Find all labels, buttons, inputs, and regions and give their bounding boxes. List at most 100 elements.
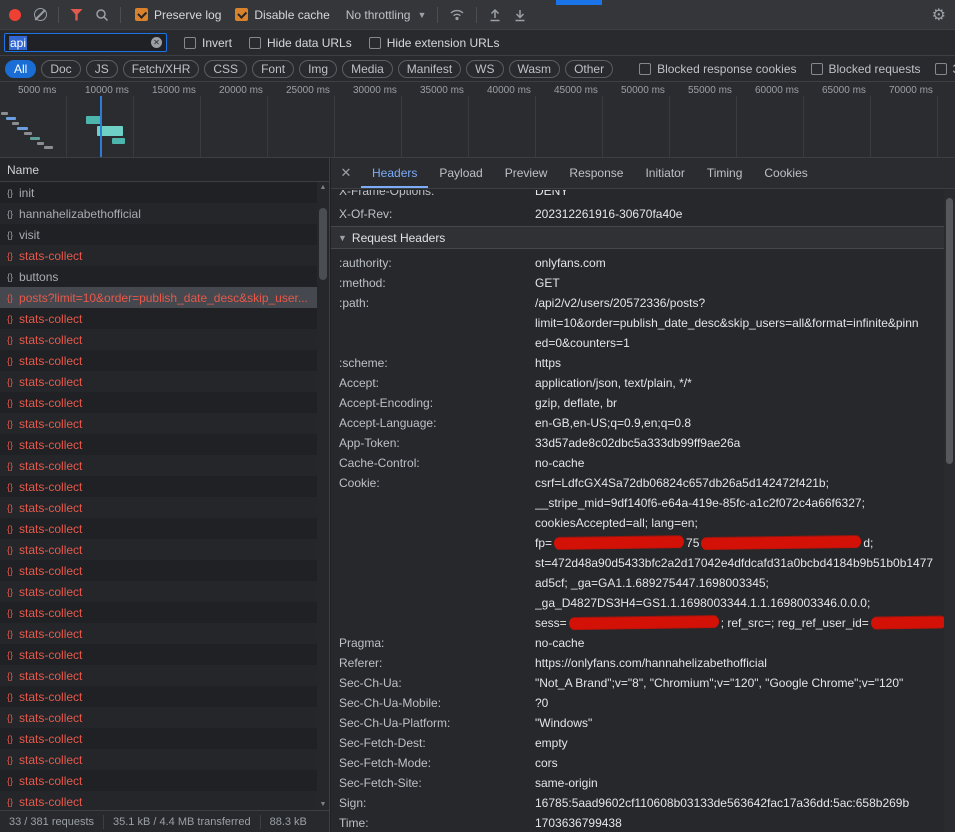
header-value-text: 1703636799438: [535, 816, 622, 830]
request-row[interactable]: {}stats-collect: [0, 455, 329, 476]
import-har-button[interactable]: [488, 8, 502, 22]
request-row[interactable]: {}stats-collect: [0, 623, 329, 644]
network-conditions-icon[interactable]: [449, 8, 465, 21]
tab-headers[interactable]: Headers: [361, 158, 428, 188]
overview-timeline[interactable]: 5000 ms10000 ms15000 ms20000 ms25000 ms3…: [0, 82, 955, 158]
request-row[interactable]: {}hannahelizabethofficial: [0, 203, 329, 224]
scrollbar-thumb[interactable]: [946, 198, 953, 464]
request-name: stats-collect: [19, 522, 96, 536]
request-row[interactable]: {}posts?limit=10&order=publish_date_desc…: [0, 287, 329, 308]
request-row[interactable]: {}stats-collect: [0, 686, 329, 707]
request-row[interactable]: {}stats-collect: [0, 539, 329, 560]
disable-cache-checkbox[interactable]: Disable cache: [235, 8, 329, 22]
request-row[interactable]: {}init: [0, 182, 329, 203]
script-icon: {}: [7, 377, 13, 387]
request-row[interactable]: {}stats-collect: [0, 644, 329, 665]
request-list-scrollbar[interactable]: ▲ ▼: [317, 182, 329, 810]
request-row[interactable]: {}stats-collect: [0, 581, 329, 602]
scrollbar-thumb[interactable]: [319, 208, 327, 280]
request-name: stats-collect: [19, 480, 96, 494]
script-icon: {}: [7, 251, 13, 261]
request-row[interactable]: {}stats-collect: [0, 770, 329, 791]
request-row[interactable]: {}stats-collect: [0, 308, 329, 329]
request-row[interactable]: {}stats-collect: [0, 791, 329, 810]
type-filter-ws[interactable]: WS: [466, 60, 503, 78]
script-icon: {}: [7, 230, 13, 240]
request-headers-section[interactable]: ▼ Request Headers: [331, 226, 955, 249]
checkbox-hide-extension-urls[interactable]: Hide extension URLs: [369, 36, 500, 50]
type-filter-fetch-xhr[interactable]: Fetch/XHR: [123, 60, 200, 78]
request-row[interactable]: {}stats-collect: [0, 350, 329, 371]
close-details-button[interactable]: ✕: [331, 158, 361, 188]
script-icon: {}: [7, 398, 13, 408]
type-filter-font[interactable]: Font: [252, 60, 294, 78]
tab-response[interactable]: Response: [558, 158, 634, 188]
checkbox-invert-box[interactable]: [184, 37, 196, 49]
request-row[interactable]: {}stats-collect: [0, 413, 329, 434]
request-row[interactable]: {}stats-collect: [0, 602, 329, 623]
checkbox-blocked-response-cookies-box[interactable]: [639, 63, 651, 75]
checkbox-blocked-requests[interactable]: Blocked requests: [811, 62, 921, 76]
type-filter-img[interactable]: Img: [299, 60, 337, 78]
throttling-dropdown[interactable]: No throttling ▼: [346, 8, 427, 22]
scroll-down-icon[interactable]: ▼: [317, 801, 329, 808]
script-icon: {}: [7, 503, 13, 513]
tab-cookies[interactable]: Cookies: [753, 158, 818, 188]
request-row[interactable]: {}visit: [0, 224, 329, 245]
details-tabs-list: HeadersPayloadPreviewResponseInitiatorTi…: [361, 158, 819, 188]
name-column-header[interactable]: Name: [0, 158, 329, 182]
export-har-button[interactable]: [513, 8, 527, 22]
request-row[interactable]: {}stats-collect: [0, 728, 329, 749]
type-filter-other[interactable]: Other: [565, 60, 613, 78]
type-filter-css[interactable]: CSS: [204, 60, 247, 78]
filter-input[interactable]: api ✕: [4, 33, 167, 52]
disable-cache-checkbox-box[interactable]: [235, 8, 248, 21]
checkbox-hide-data-urls-box[interactable]: [249, 37, 261, 49]
type-filter-all[interactable]: All: [5, 60, 36, 78]
tab-payload[interactable]: Payload: [428, 158, 493, 188]
request-row[interactable]: {}stats-collect: [0, 329, 329, 350]
search-icon[interactable]: [95, 8, 109, 22]
clear-filter-icon[interactable]: ✕: [151, 37, 162, 48]
type-filter-media[interactable]: Media: [342, 60, 393, 78]
request-row[interactable]: {}buttons: [0, 266, 329, 287]
scroll-up-icon[interactable]: ▲: [317, 184, 329, 191]
details-scrollbar[interactable]: [944, 190, 955, 832]
request-row[interactable]: {}stats-collect: [0, 371, 329, 392]
type-filter-manifest[interactable]: Manifest: [398, 60, 461, 78]
clear-log-button[interactable]: [34, 8, 47, 21]
preserve-log-checkbox[interactable]: Preserve log: [135, 8, 221, 22]
request-row[interactable]: {}stats-collect: [0, 665, 329, 686]
request-row[interactable]: {}stats-collect: [0, 476, 329, 497]
request-name: stats-collect: [19, 249, 96, 263]
request-row[interactable]: {} stats-collect: [0, 245, 329, 266]
checkbox-3rd-party-requests-box[interactable]: [935, 63, 947, 75]
checkbox-blocked-response-cookies[interactable]: Blocked response cookies: [639, 62, 796, 76]
header-name: Accept-Encoding:: [339, 393, 535, 413]
checkbox-hide-extension-urls-box[interactable]: [369, 37, 381, 49]
checkbox-invert[interactable]: Invert: [184, 36, 232, 50]
tab-initiator[interactable]: Initiator: [634, 158, 695, 188]
settings-gear-icon[interactable]: ⚙: [932, 5, 946, 25]
type-filter-wasm[interactable]: Wasm: [509, 60, 561, 78]
request-row[interactable]: {}stats-collect: [0, 434, 329, 455]
request-row[interactable]: {}stats-collect: [0, 560, 329, 581]
request-row[interactable]: {}stats-collect: [0, 749, 329, 770]
preserve-log-checkbox-box[interactable]: [135, 8, 148, 21]
toolbar-divider: [476, 7, 477, 23]
record-button[interactable]: [9, 9, 21, 21]
request-name: stats-collect: [19, 753, 96, 767]
type-filter-doc[interactable]: Doc: [41, 60, 80, 78]
checkbox-blocked-requests-box[interactable]: [811, 63, 823, 75]
request-row[interactable]: {}stats-collect: [0, 518, 329, 539]
filter-icon[interactable]: [70, 9, 83, 21]
request-row[interactable]: {}stats-collect: [0, 497, 329, 518]
checkbox-3rd-party-requests[interactable]: 3rd-party requests: [935, 62, 955, 76]
tab-timing[interactable]: Timing: [696, 158, 754, 188]
header-row: Time:1703636799438: [331, 813, 955, 832]
type-filter-js[interactable]: JS: [86, 60, 118, 78]
tab-preview[interactable]: Preview: [494, 158, 559, 188]
request-row[interactable]: {}stats-collect: [0, 392, 329, 413]
checkbox-hide-data-urls[interactable]: Hide data URLs: [249, 36, 352, 50]
request-row[interactable]: {}stats-collect: [0, 707, 329, 728]
